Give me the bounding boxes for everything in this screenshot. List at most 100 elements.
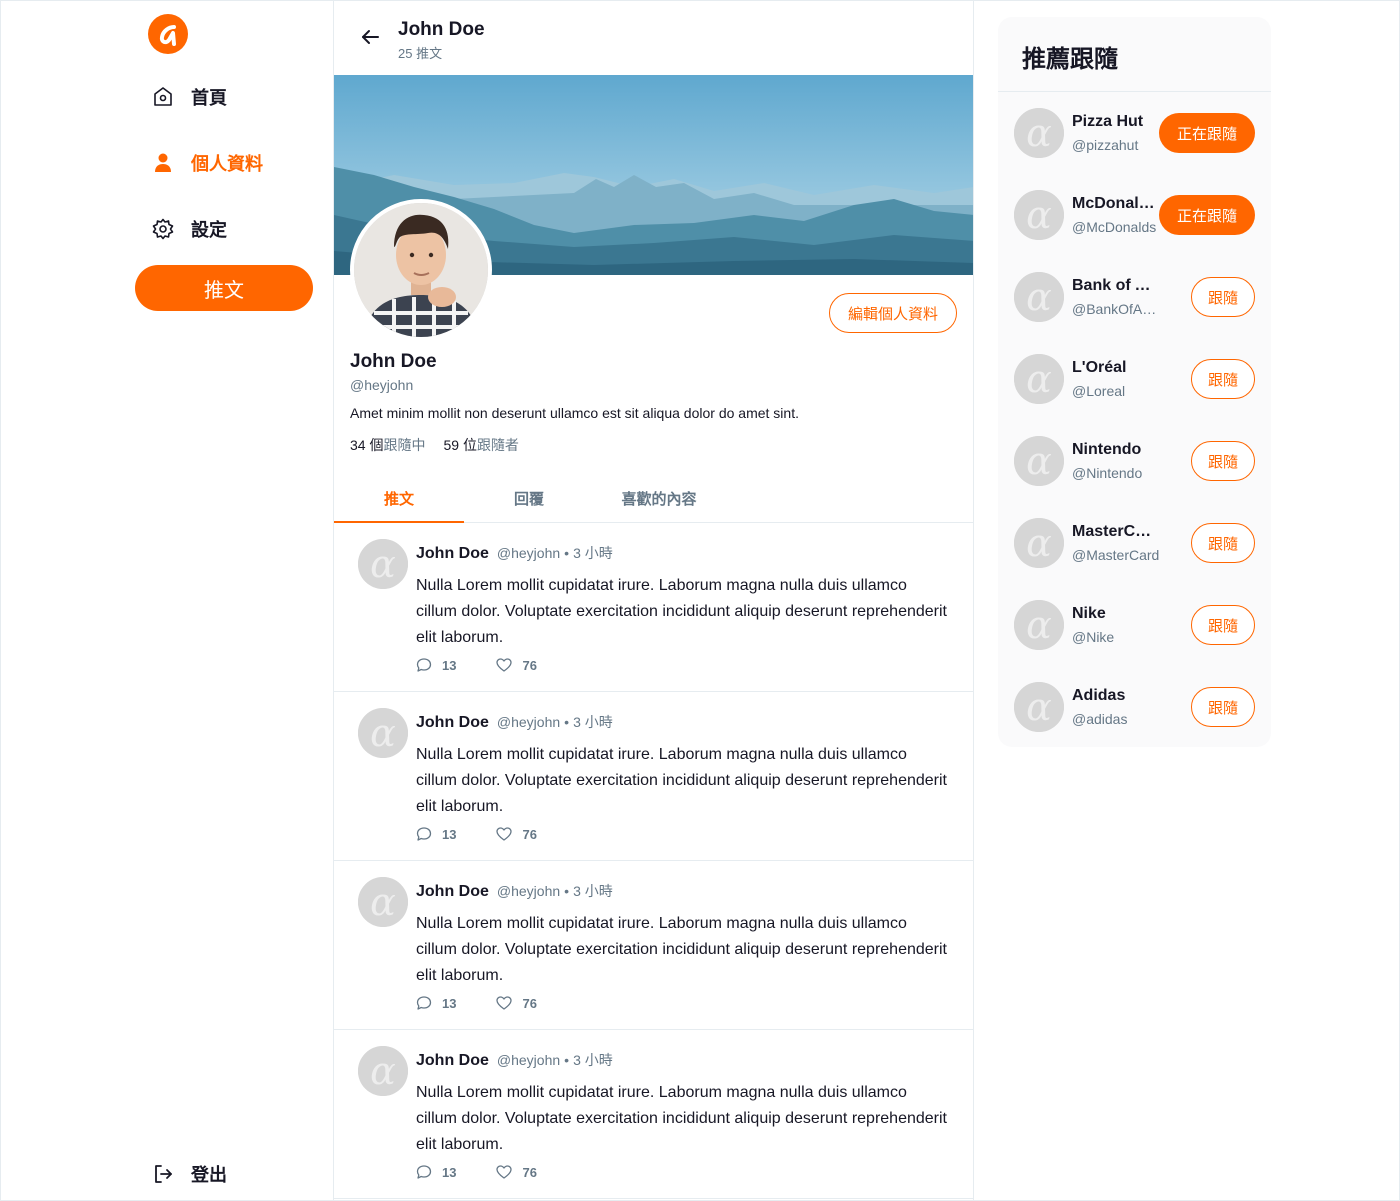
following-unit: 個 bbox=[369, 437, 384, 453]
following-link[interactable]: 34 個跟隨中 bbox=[350, 435, 425, 455]
comment-icon bbox=[416, 658, 432, 672]
heart-icon bbox=[496, 996, 513, 1010]
follow-button[interactable]: 跟隨 bbox=[1191, 441, 1255, 481]
suggestion-name[interactable]: Nike bbox=[1072, 605, 1160, 623]
followers-link[interactable]: 59 位跟隨者 bbox=[443, 435, 518, 455]
home-icon bbox=[151, 85, 175, 109]
like-button[interactable]: 76 bbox=[496, 1164, 537, 1180]
like-button[interactable]: 76 bbox=[496, 826, 537, 842]
tab-replies[interactable]: 回覆 bbox=[464, 475, 594, 522]
sidebar: 首頁 個人資料 設定 推文 登出 bbox=[135, 1, 313, 1201]
tweet-header: John Doe @heyjohn • 3 小時 bbox=[416, 712, 613, 732]
suggestion-handle: @McDonalds bbox=[1072, 219, 1157, 235]
suggestion-handle: @adidas bbox=[1072, 711, 1128, 727]
svg-text:α: α bbox=[1026, 357, 1052, 401]
reply-button[interactable]: 13 bbox=[416, 1164, 456, 1180]
profile-bio: Amet minim mollit non deserunt ullamco e… bbox=[350, 405, 799, 421]
user-icon bbox=[151, 151, 175, 175]
arrow-left-icon[interactable] bbox=[358, 25, 382, 49]
follow-button[interactable]: 跟隨 bbox=[1191, 605, 1255, 645]
follow-button[interactable]: 跟隨 bbox=[1191, 523, 1255, 563]
logout-button[interactable]: 登出 bbox=[151, 1159, 227, 1189]
nav-settings[interactable]: 設定 bbox=[151, 214, 227, 244]
tweet-header: John Doe @heyjohn • 3 小時 bbox=[416, 543, 613, 563]
like-button[interactable]: 76 bbox=[496, 995, 537, 1011]
nav-home[interactable]: 首頁 bbox=[151, 82, 227, 112]
tweet-actions: 13 76 bbox=[416, 826, 537, 842]
nav-profile[interactable]: 個人資料 bbox=[151, 148, 263, 178]
tweet-header: John Doe @heyjohn • 3 小時 bbox=[416, 881, 613, 901]
tweet-header: John Doe @heyjohn • 3 小時 bbox=[416, 1050, 613, 1070]
suggestion-item: α Bank of America @BankOfAmerica 跟隨 bbox=[998, 256, 1271, 338]
profile-avatar[interactable] bbox=[350, 199, 492, 341]
like-count: 76 bbox=[522, 657, 537, 673]
tweet-separator: • bbox=[564, 545, 570, 561]
suggestion-item: α McDonald's @McDonalds 正在跟隨 bbox=[998, 174, 1271, 256]
reply-button[interactable]: 13 bbox=[416, 657, 456, 673]
svg-text:α: α bbox=[1026, 275, 1052, 319]
reply-button[interactable]: 13 bbox=[416, 995, 456, 1011]
svg-text:α: α bbox=[370, 880, 396, 924]
tweet-author-name[interactable]: John Doe bbox=[416, 545, 489, 563]
tweet-separator: • bbox=[564, 714, 570, 730]
tweet-author-name[interactable]: John Doe bbox=[416, 714, 489, 732]
tweet-item[interactable]: α John Doe @heyjohn • 3 小時 Nulla Lorem m… bbox=[334, 861, 973, 1030]
suggestion-name[interactable]: McDonald's bbox=[1072, 195, 1160, 213]
avatar[interactable]: α bbox=[1014, 272, 1064, 322]
tweet-separator: • bbox=[564, 883, 570, 899]
svg-text:α: α bbox=[370, 711, 396, 755]
logout-label: 登出 bbox=[191, 1165, 227, 1185]
follow-button[interactable]: 跟隨 bbox=[1191, 359, 1255, 399]
profile-header: John Doe 25 推文 bbox=[334, 1, 973, 75]
suggestion-handle: @Nike bbox=[1072, 629, 1115, 645]
tweet-author-name[interactable]: John Doe bbox=[416, 1052, 489, 1070]
suggestion-name[interactable]: Adidas bbox=[1072, 687, 1160, 705]
avatar[interactable]: α bbox=[1014, 190, 1064, 240]
tweet-time: 3 小時 bbox=[573, 883, 613, 899]
tweet-button[interactable]: 推文 bbox=[135, 265, 313, 311]
header-name: John Doe bbox=[398, 19, 485, 40]
avatar[interactable]: α bbox=[1014, 436, 1064, 486]
tab-likes[interactable]: 喜歡的內容 bbox=[594, 475, 724, 522]
tweet-actions: 13 76 bbox=[416, 657, 537, 673]
follow-button[interactable]: 跟隨 bbox=[1191, 277, 1255, 317]
reply-button[interactable]: 13 bbox=[416, 826, 456, 842]
tweet-author-handle: @heyjohn bbox=[496, 883, 561, 899]
avatar[interactable]: α bbox=[1014, 682, 1064, 732]
suggestion-name[interactable]: Pizza Hut bbox=[1072, 113, 1160, 131]
tweet-body: Nulla Lorem mollit cupidatat irure. Labo… bbox=[416, 577, 947, 646]
edit-profile-button[interactable]: 編輯個人資料 bbox=[829, 293, 957, 333]
header-tweet-count: 25 推文 bbox=[398, 46, 443, 61]
like-count: 76 bbox=[522, 826, 537, 842]
avatar[interactable]: α bbox=[1014, 518, 1064, 568]
suggestion-name[interactable]: Bank of America bbox=[1072, 277, 1160, 295]
svg-text:α: α bbox=[1026, 603, 1052, 647]
alpha-logo-icon[interactable] bbox=[147, 13, 189, 55]
suggestion-item: α Nike @Nike 跟隨 bbox=[998, 584, 1271, 666]
like-count: 76 bbox=[522, 995, 537, 1011]
avatar[interactable]: α bbox=[358, 877, 408, 927]
avatar[interactable]: α bbox=[1014, 108, 1064, 158]
suggestion-name[interactable]: L'Oréal bbox=[1072, 359, 1160, 377]
tab-tweets[interactable]: 推文 bbox=[334, 475, 464, 523]
avatar[interactable]: α bbox=[358, 539, 408, 589]
nav-profile-label: 個人資料 bbox=[191, 154, 263, 174]
tweet-item[interactable]: α John Doe @heyjohn • 3 小時 Nulla Lorem m… bbox=[334, 1030, 973, 1199]
suggestion-handle: @MasterCard bbox=[1072, 547, 1160, 563]
avatar[interactable]: α bbox=[358, 708, 408, 758]
suggestion-name[interactable]: MasterCard bbox=[1072, 523, 1160, 541]
following-button[interactable]: 正在跟隨 bbox=[1159, 195, 1255, 235]
tweet-item[interactable]: α John Doe @heyjohn • 3 小時 Nulla Lorem m… bbox=[334, 692, 973, 861]
following-button[interactable]: 正在跟隨 bbox=[1159, 113, 1255, 153]
suggestion-name[interactable]: Nintendo bbox=[1072, 441, 1160, 459]
svg-text:α: α bbox=[1026, 685, 1052, 729]
tweet-item[interactable]: α John Doe @heyjohn • 3 小時 Nulla Lorem m… bbox=[334, 523, 973, 692]
tweet-author-name[interactable]: John Doe bbox=[416, 883, 489, 901]
avatar[interactable]: α bbox=[1014, 354, 1064, 404]
avatar[interactable]: α bbox=[1014, 600, 1064, 650]
follow-button[interactable]: 跟隨 bbox=[1191, 687, 1255, 727]
profile-handle: @heyjohn bbox=[350, 377, 414, 393]
avatar[interactable]: α bbox=[358, 1046, 408, 1096]
like-button[interactable]: 76 bbox=[496, 657, 537, 673]
reply-count: 13 bbox=[442, 826, 457, 842]
